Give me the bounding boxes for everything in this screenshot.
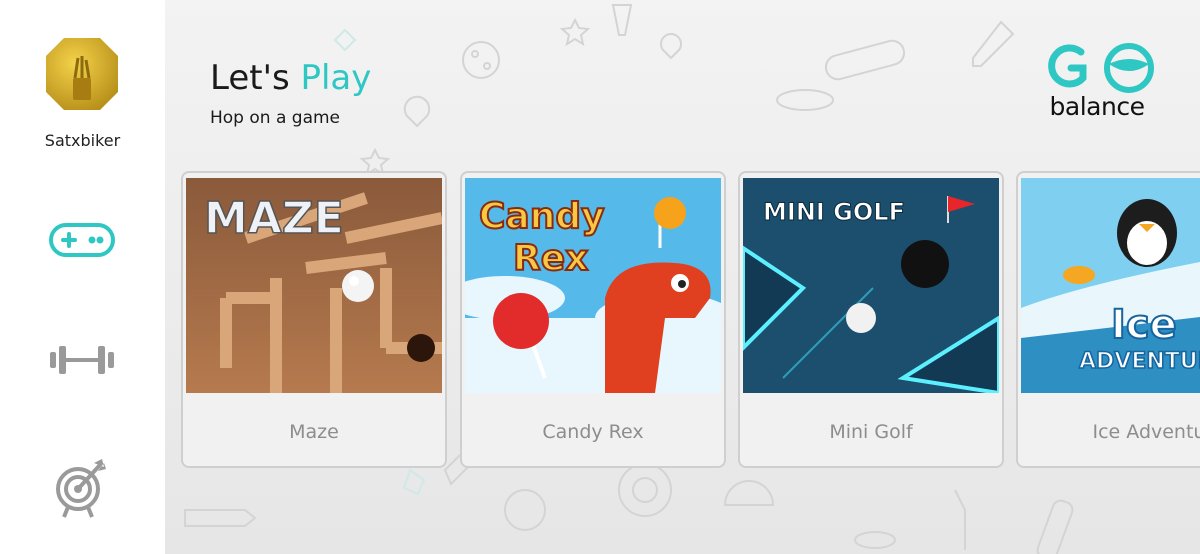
gamepad-icon bbox=[49, 223, 115, 257]
username: Satxbiker bbox=[44, 131, 121, 150]
main-content: Let's Play Hop on a game balance MAZE Ma… bbox=[165, 0, 1200, 554]
nav-workouts[interactable] bbox=[44, 330, 120, 390]
game-thumbnail-ice-adventure: Ice ADVENTUR bbox=[1021, 178, 1200, 393]
dumbbell-icon bbox=[50, 346, 114, 374]
title-prefix: Let's bbox=[210, 58, 290, 98]
maze-thumb-title: MAZE bbox=[204, 193, 344, 244]
game-title: Candy Rex bbox=[542, 421, 644, 443]
nav-games[interactable] bbox=[44, 210, 120, 270]
game-card-maze[interactable]: MAZE Maze bbox=[181, 171, 447, 468]
sidebar: Satxbiker bbox=[0, 0, 165, 554]
title-accent: Play bbox=[300, 58, 372, 98]
logo-text: balance bbox=[1049, 92, 1145, 121]
nav-goals[interactable] bbox=[44, 458, 120, 518]
game-title: Maze bbox=[289, 421, 339, 443]
avatar[interactable] bbox=[44, 36, 120, 112]
game-thumbnail-mini-golf: MINI GOLF bbox=[743, 178, 999, 393]
game-card-candy-rex[interactable]: Candy Rex Candy Rex bbox=[460, 171, 726, 468]
candy-rex-thumb-title-line2: Rex bbox=[513, 238, 588, 279]
target-icon bbox=[56, 459, 106, 518]
mini-golf-thumb-title: MINI GOLF bbox=[763, 198, 905, 226]
game-thumbnail-maze: MAZE bbox=[186, 178, 442, 393]
game-thumbnail-candy-rex: Candy Rex bbox=[465, 178, 721, 393]
candy-rex-thumb-title-line1: Candy bbox=[479, 196, 605, 237]
page-subtitle: Hop on a game bbox=[210, 108, 341, 128]
game-card-mini-golf[interactable]: MINI GOLF Mini Golf bbox=[738, 171, 1004, 468]
game-title: Ice Adventu bbox=[1092, 421, 1200, 443]
ice-adventure-thumb-title-line1: Ice bbox=[1111, 302, 1177, 348]
game-title: Mini Golf bbox=[829, 421, 913, 443]
page-title: Let's Play bbox=[210, 58, 371, 98]
ice-adventure-thumb-title-line2: ADVENTUR bbox=[1079, 349, 1200, 374]
game-card-ice-adventure[interactable]: Ice ADVENTUR Ice Adventu bbox=[1016, 171, 1200, 468]
